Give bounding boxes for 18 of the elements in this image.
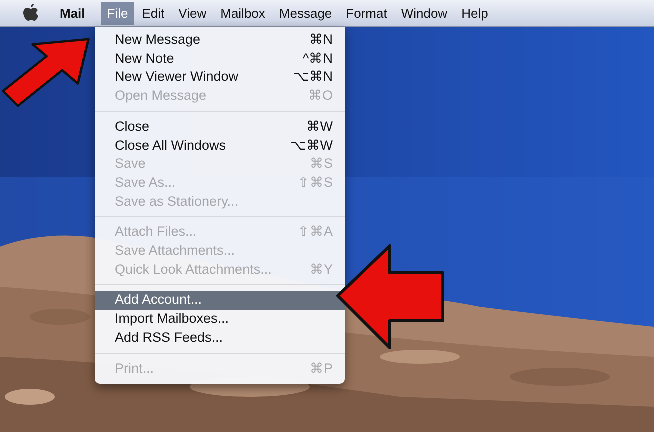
menu-bar-item[interactable]: View [172,2,213,24]
menu-item[interactable]: Add Account... [95,291,345,310]
menu-item[interactable]: Import Mailboxes... [95,310,345,329]
menu-bar-item[interactable]: Help [456,2,494,24]
menu-item[interactable]: New Note ^⌘N [95,50,345,68]
menu-bar-item[interactable]: Message [273,2,338,24]
apple-icon[interactable] [22,3,40,23]
menu-bar-item[interactable]: Mailbox [214,2,272,24]
menu-bar-item[interactable]: Format [340,2,394,24]
app-menu[interactable]: Mail [54,2,92,24]
menu-bar-item[interactable]: Edit [136,2,171,24]
menu-bar-item[interactable]: Window [395,2,454,24]
menu-item[interactable]: Add RSS Feeds... [95,328,345,348]
arrow-icon [335,243,447,351]
menu-item[interactable]: New Message ⌘N [95,31,345,50]
menu-item[interactable]: Close ⌘W [95,118,345,137]
menu-item[interactable]: New Viewer Window ⌥⌘N [95,68,345,88]
menu-item[interactable]: Close All Windows ⌥⌘W [95,136,345,156]
